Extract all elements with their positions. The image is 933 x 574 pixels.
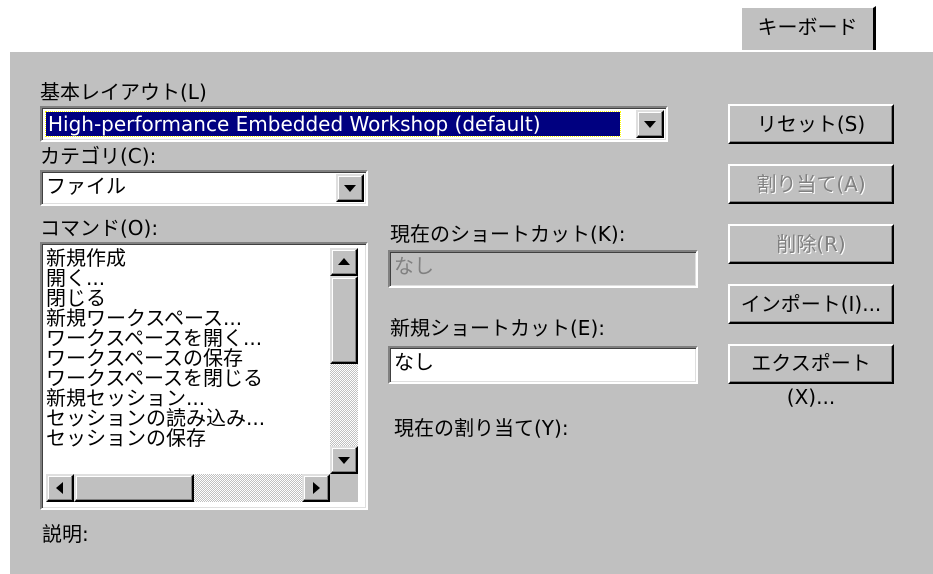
keyboard-settings-dialog: キーボード 基本レイアウト(L) High-performance Embedd… (0, 0, 933, 574)
current-shortcut-label: 現在のショートカット(K): (390, 222, 626, 246)
tab-keyboard[interactable]: キーボード (740, 6, 876, 52)
layout-selected-value: High-performance Embedded Workshop (defa… (45, 111, 621, 137)
export-button[interactable]: エクスポート(X)... (728, 344, 894, 409)
commands-label: コマンド(O): (40, 216, 159, 240)
new-shortcut-label: 新規ショートカット(E): (390, 316, 605, 340)
layout-combobox[interactable]: High-performance Embedded Workshop (defa… (40, 106, 668, 142)
assign-button[interactable]: 割り当て(A) (728, 164, 894, 204)
import-button[interactable]: インポート(I)... (728, 284, 894, 324)
scrollbar-corner (330, 474, 358, 502)
command-list-item[interactable]: ワークスペースを開く... (46, 328, 328, 348)
layout-label: 基本レイアウト(L) (40, 80, 207, 104)
arrow-down-icon (338, 457, 350, 464)
arrow-left-icon (56, 482, 63, 494)
arrow-up-icon (338, 258, 350, 265)
commands-listbox[interactable]: 新規作成 開く... 閉じる 新規ワークスペース... ワークスペースを開く... ワーク… (40, 242, 368, 510)
reset-button[interactable]: リセット(S) (728, 104, 894, 144)
scroll-left-button[interactable] (46, 474, 74, 502)
category-combobox[interactable]: ファイル (40, 170, 368, 206)
scroll-right-button[interactable] (302, 474, 330, 502)
command-list-item[interactable]: ワークスペースを閉じる (46, 368, 328, 388)
new-shortcut-input[interactable]: なし (388, 346, 698, 384)
category-selected-value: ファイル (46, 174, 126, 198)
command-list-item[interactable]: セッションの保存 (46, 428, 328, 448)
chevron-down-icon (644, 121, 656, 128)
category-dropdown-button[interactable] (336, 174, 364, 202)
current-assignment-label: 現在の割り当て(Y): (394, 416, 569, 440)
layout-dropdown-button[interactable] (636, 110, 664, 138)
arrow-right-icon (313, 482, 320, 494)
command-list-item[interactable]: 新規セッション... (46, 388, 328, 408)
command-list-item[interactable]: 閉じる (46, 288, 328, 308)
command-list-item[interactable]: ワークスペースの保存 (46, 348, 328, 368)
horizontal-scroll-thumb[interactable] (74, 474, 194, 502)
tab-keyboard-label: キーボード (757, 15, 858, 39)
commands-list: 新規作成 開く... 閉じる 新規ワークスペース... ワークスペースを開く... ワーク… (46, 248, 328, 470)
command-list-item[interactable]: 開く... (46, 268, 328, 288)
command-list-item[interactable]: セッションの読み込み... (46, 408, 328, 428)
scroll-up-button[interactable] (330, 248, 358, 276)
keyboard-tab-panel: 基本レイアウト(L) High-performance Embedded Wor… (8, 50, 933, 574)
chevron-down-icon (344, 185, 356, 192)
command-list-item[interactable]: 新規作成 (46, 248, 328, 268)
scroll-down-button[interactable] (330, 446, 358, 474)
current-shortcut-field: なし (388, 250, 698, 288)
vertical-scroll-thumb[interactable] (330, 276, 358, 364)
command-list-item[interactable]: 新規ワークスペース... (46, 308, 328, 328)
delete-button[interactable]: 削除(R) (728, 224, 894, 264)
description-label: 説明: (42, 522, 89, 546)
category-label: カテゴリ(C): (40, 144, 157, 168)
